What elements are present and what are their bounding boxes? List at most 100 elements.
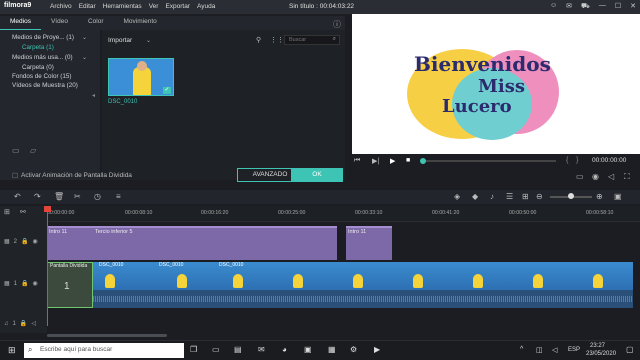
grid-view-icon[interactable]: ⋮⋮ [270, 36, 284, 44]
zoom-slider-handle[interactable] [568, 193, 574, 199]
undo-icon[interactable]: ↶ [14, 192, 21, 201]
mark-in-icon[interactable]: { [566, 157, 568, 164]
video-clip-strip[interactable]: DSC_0010 DSC_0010 DSC_0010 [93, 262, 633, 290]
split-screen-checkbox[interactable]: ☐ [12, 172, 18, 180]
windows-start-icon[interactable]: ⊞ [8, 345, 16, 356]
task-view-icon[interactable]: ❐ [190, 345, 197, 354]
collapse-arrow-icon[interactable]: ◂ [92, 92, 95, 99]
tree-item-color-backgrounds[interactable]: Fondos de Color (15) [12, 73, 72, 80]
redo-icon[interactable]: ↷ [34, 192, 41, 201]
close-icon[interactable]: ✕ [630, 2, 636, 11]
chevron-down-icon[interactable]: ⌄ [146, 37, 151, 44]
tray-up-icon[interactable]: ^ [520, 346, 523, 353]
scrubber-handle[interactable] [420, 158, 426, 164]
fit-icon[interactable]: ▣ [614, 192, 622, 201]
audio-waveform[interactable] [93, 290, 633, 308]
step-back-icon[interactable]: ▶| [372, 157, 379, 165]
menu-item-exportar[interactable]: Exportar [165, 3, 190, 10]
title-clip[interactable]: Intro 11 [47, 226, 93, 260]
menu-item-ver[interactable]: Ver [149, 3, 159, 10]
playhead[interactable] [47, 206, 48, 326]
title-clip[interactable]: Tercio inferior 5 [93, 226, 337, 260]
chevron-down-icon[interactable]: ⌄ [82, 54, 87, 61]
cart-icon[interactable]: ⛟ [581, 2, 590, 11]
monitor-icon[interactable]: ▭ [576, 172, 584, 181]
adjust-icon[interactable]: ≡ [116, 192, 121, 201]
timeline-scrollbar[interactable] [47, 334, 167, 337]
media-thumbnail[interactable]: ✓ [108, 58, 174, 96]
mark-out-icon[interactable]: } [576, 157, 578, 164]
menu-item-editar[interactable]: Editar [79, 3, 96, 10]
mail-icon[interactable]: ✉ [566, 2, 572, 11]
tree-item-sample-videos[interactable]: Vídeos de Muestra (20) [12, 82, 78, 89]
zoom-in-icon[interactable]: ⊕ [596, 192, 603, 201]
playback-scrubber[interactable] [422, 160, 556, 162]
tab-color[interactable]: Color [78, 16, 114, 30]
lock-icon[interactable]: 🔒 [21, 238, 28, 245]
mic-icon[interactable]: ♪ [490, 192, 494, 201]
chevron-down-icon[interactable]: ⌄ [82, 34, 87, 41]
lock-icon[interactable]: 🔒 [20, 320, 27, 327]
search-input[interactable]: Buscar ⌕ [284, 35, 340, 45]
playhead-handle[interactable] [44, 206, 51, 212]
eye-icon[interactable]: ◉ [33, 280, 38, 287]
menu-item-herramientas[interactable]: Herramientas [103, 3, 142, 10]
split-icon[interactable]: ⊞ [522, 192, 529, 201]
timeline-ruler[interactable]: 00:00:00:00 00:00:08:10 00:00:16:20 00:0… [47, 206, 640, 222]
tree-item-folder-1[interactable]: Carpeta (1) [22, 44, 54, 51]
language-indicator[interactable]: ESP [568, 347, 580, 353]
network-icon[interactable]: ◫ [536, 346, 543, 354]
volume-icon[interactable]: ◁ [552, 346, 557, 354]
notification-icon[interactable]: ▢ [626, 345, 634, 354]
clock-icon[interactable]: ◷ [94, 192, 101, 201]
tab-video[interactable]: Vídeo [41, 16, 78, 30]
tree-item-folder-0[interactable]: Carpeta (0) [22, 64, 54, 71]
split-screen-clip[interactable]: Pantalla Dividida 1 [47, 262, 93, 308]
stop-icon[interactable]: ■ [406, 157, 410, 164]
maximize-icon[interactable]: ☐ [615, 2, 621, 11]
cut-icon[interactable]: ✂ [74, 192, 81, 201]
help-icon[interactable]: ⓘ [333, 19, 341, 30]
tree-item-most-used[interactable]: Medios más usa... (0) [12, 54, 73, 61]
filmora-taskbar-icon[interactable]: ▶ [374, 345, 380, 354]
settings-icon[interactable]: ⚙ [350, 345, 357, 354]
volume-icon[interactable]: ◁ [608, 172, 614, 181]
fullscreen-icon[interactable]: ⛶ [624, 172, 630, 182]
snapshot-icon[interactable]: ◉ [592, 172, 599, 181]
word-icon[interactable]: ▦ [328, 345, 336, 354]
timecode: 00:00:00:00 [592, 157, 627, 164]
marker-icon[interactable]: ◆ [472, 192, 478, 201]
tree-item-project-media[interactable]: Medios de Proye... (1) [12, 34, 74, 41]
speaker-icon[interactable]: ◁ [31, 320, 36, 327]
title-clip[interactable]: Intro 11 [346, 226, 392, 260]
filter-icon[interactable]: ⚲ [256, 36, 261, 44]
menu-item-ayuda[interactable]: Ayuda [197, 3, 215, 10]
mix-icon[interactable]: ☰ [506, 192, 513, 201]
clock-time[interactable]: 23:27 [590, 343, 605, 349]
link-icon[interactable]: ⚯ [20, 208, 26, 216]
chrome-icon[interactable]: ◕ [282, 345, 287, 354]
new-folder-icon[interactable]: ▭ [12, 146, 20, 155]
eye-icon[interactable]: ◉ [33, 238, 38, 245]
ok-button[interactable]: OK [291, 168, 343, 182]
minimize-icon[interactable]: — [599, 2, 606, 11]
taskbar-search-input[interactable]: ⌕ Escribe aquí para buscar [24, 343, 184, 358]
store-icon[interactable]: ▤ [234, 345, 242, 354]
menu-item-archivo[interactable]: Archivo [50, 3, 72, 10]
folder-icon[interactable]: ▱ [30, 146, 36, 155]
tab-movimiento[interactable]: Movimiento [114, 16, 167, 30]
zoom-out-icon[interactable]: ⊖ [536, 192, 543, 201]
clock-date[interactable]: 23/05/2020 [586, 351, 616, 357]
file-explorer-icon[interactable]: ▭ [212, 345, 220, 354]
import-button[interactable]: Importar [108, 37, 132, 44]
user-icon[interactable]: ☺ [550, 2, 557, 11]
prev-frame-icon[interactable]: ⏮ [354, 157, 360, 165]
lock-icon[interactable]: 🔒 [21, 280, 28, 287]
delete-icon[interactable]: 🗑 [54, 192, 64, 201]
add-track-icon[interactable]: ⊞ [4, 208, 10, 216]
tab-medios[interactable]: Medios [0, 16, 41, 30]
powerpoint-icon[interactable]: ▣ [304, 345, 312, 354]
mail-icon[interactable]: ✉ [258, 345, 265, 354]
play-icon[interactable]: ▶ [390, 157, 395, 165]
render-icon[interactable]: ◈ [454, 192, 460, 201]
